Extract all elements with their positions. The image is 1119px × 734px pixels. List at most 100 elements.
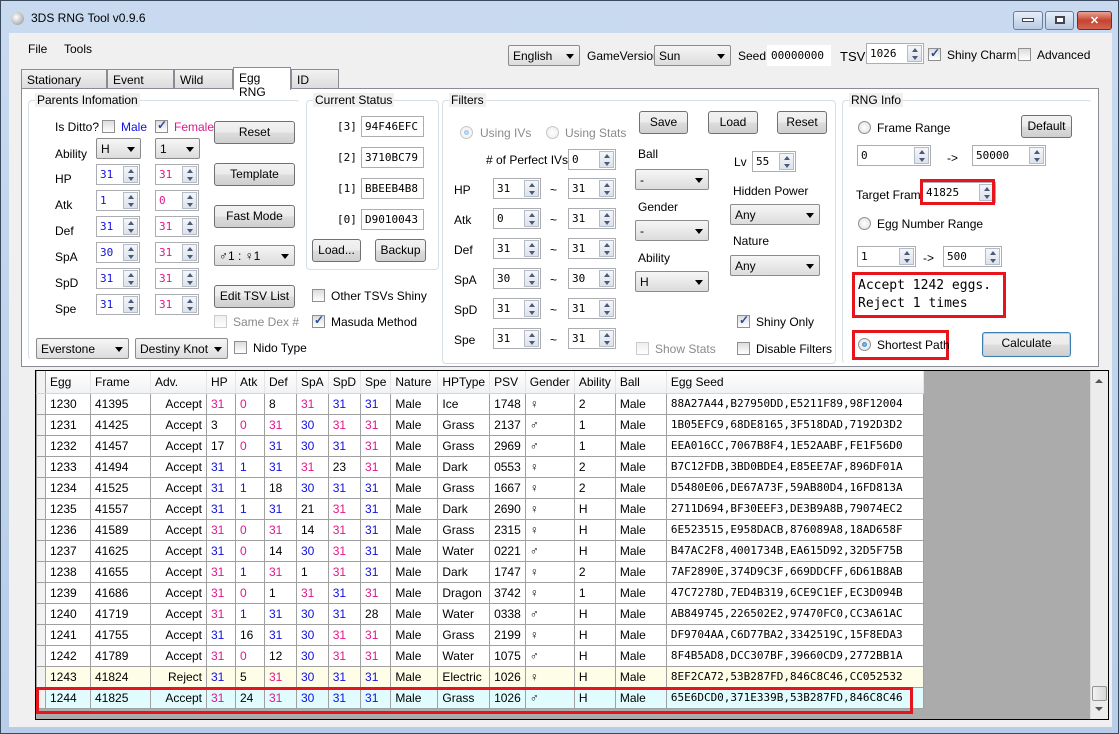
game-version-select[interactable]: Sun	[654, 45, 731, 66]
disable-filters-checkbox[interactable]	[737, 342, 750, 355]
table-row[interactable]: 1233 41494 Accept 31 1 31 31 23 31 Male Dark 0553 ♀ 2…	[36, 455, 924, 478]
male-item-select[interactable]: Everstone	[36, 338, 129, 359]
column-header-adv[interactable]: Adv.	[150, 371, 207, 394]
row-header[interactable]	[36, 560, 46, 583]
perfect-ivs-input[interactable]: 0	[568, 149, 616, 170]
ball-select[interactable]: -	[635, 169, 709, 190]
table-row[interactable]: 1242 41789 Accept 31 0 12 30 31 31 Male Water 1075 ♂…	[36, 644, 924, 667]
male-iv-spa-input[interactable]: 30	[96, 242, 140, 263]
row-header[interactable]	[36, 413, 46, 436]
show-stats-checkbox[interactable]	[636, 342, 649, 355]
female-iv-def-input[interactable]: 31	[155, 216, 199, 237]
row-header[interactable]	[36, 686, 46, 709]
female-iv-spa-input[interactable]: 31	[155, 242, 199, 263]
filter-spd-max-input[interactable]: 31	[568, 298, 616, 319]
column-header-nature[interactable]: Nature	[390, 371, 439, 394]
spinner-icon[interactable]	[985, 248, 1000, 265]
parents-reset-button[interactable]: Reset	[214, 121, 295, 144]
table-row[interactable]: 1235 41557 Accept 31 1 31 21 31 31 Male Dark 2690 ♀ H…	[36, 497, 924, 520]
backup-button[interactable]: Backup	[375, 239, 426, 262]
shiny-only-checkbox[interactable]	[737, 313, 750, 328]
row-header[interactable]	[36, 665, 46, 688]
spinner-icon[interactable]	[182, 166, 197, 183]
tab-event-rng[interactable]: Event RNG	[107, 69, 174, 101]
frame-range-radio[interactable]	[858, 121, 871, 134]
table-row[interactable]: 1244 41825 Accept 31 24 31 30 31 31 Male Grass 1026…	[36, 686, 924, 709]
advanced-checkbox[interactable]	[1018, 48, 1031, 61]
filters-load-button[interactable]: Load	[708, 111, 758, 134]
column-header-gender[interactable]: Gender	[525, 371, 575, 394]
spinner-icon[interactable]	[123, 244, 138, 261]
other-tsvs-checkbox[interactable]	[312, 289, 325, 302]
filters-save-button[interactable]: Save	[639, 111, 688, 134]
row-header[interactable]	[36, 602, 46, 625]
table-row[interactable]: 1234 41525 Accept 31 1 18 30 31 31 Male Grass 1667 ♀…	[36, 476, 924, 499]
spinner-icon[interactable]	[599, 151, 614, 168]
using-ivs-radio[interactable]	[460, 126, 473, 139]
row-header[interactable]	[36, 455, 46, 478]
male-ability-select[interactable]: H	[96, 138, 141, 159]
table-row[interactable]: 1243 41824 Reject 31 5 31 30 31 31 Male Electric 10…	[36, 665, 924, 688]
status-seed-input[interactable]: 94F46EFC	[361, 116, 424, 137]
female-ability-select[interactable]: 1	[155, 138, 200, 159]
column-header-spa[interactable]: SpA	[296, 371, 329, 394]
column-header-ability[interactable]: Ability	[574, 371, 616, 394]
row-header[interactable]	[36, 581, 46, 604]
row-header[interactable]	[36, 476, 46, 499]
tsv-input[interactable]: 1026	[866, 43, 924, 64]
spinner-icon[interactable]	[123, 270, 138, 287]
edit-tsv-list-button[interactable]: Edit TSV List	[214, 285, 295, 308]
column-header-atk[interactable]: Atk	[235, 371, 265, 394]
filter-hp-max-input[interactable]: 31	[568, 178, 616, 199]
column-header-spe[interactable]: Spe	[360, 371, 392, 394]
female-iv-atk-input[interactable]: 0	[155, 190, 199, 211]
table-row[interactable]: 1236 41589 Accept 31 0 31 14 31 31 Male Grass 2315 ♀…	[36, 518, 924, 541]
tab-stationary-rng[interactable]: Stationary RNG	[21, 69, 107, 101]
spinner-icon[interactable]	[599, 210, 614, 227]
female-ditto-checkbox[interactable]	[155, 118, 168, 133]
scroll-thumb[interactable]	[1092, 686, 1107, 701]
nature-select[interactable]: Any	[730, 255, 820, 276]
male-ditto-checkbox[interactable]	[102, 120, 115, 133]
status-load-button[interactable]: Load...	[312, 239, 361, 262]
spinner-icon[interactable]	[599, 270, 614, 287]
row-header[interactable]	[36, 497, 46, 520]
male-iv-spd-input[interactable]: 31	[96, 268, 140, 289]
spinner-icon[interactable]	[524, 180, 539, 197]
spinner-icon[interactable]	[524, 210, 539, 227]
column-header-frame[interactable]: Frame	[90, 371, 151, 394]
filter-spe-min-input[interactable]: 31	[493, 328, 541, 349]
spinner-icon[interactable]	[182, 296, 197, 313]
table-row[interactable]: 1239 41686 Accept 31 0 1 31 31 31 Male Dragon 3742 ♀…	[36, 581, 924, 604]
row-header[interactable]	[36, 539, 46, 562]
filter-atk-min-input[interactable]: 0	[493, 208, 541, 229]
spinner-icon[interactable]	[123, 218, 138, 235]
spinner-icon[interactable]	[123, 296, 138, 313]
spinner-icon[interactable]	[1029, 147, 1044, 164]
spinner-icon[interactable]	[182, 270, 197, 287]
hidden-power-select[interactable]: Any	[730, 204, 820, 225]
filter-spa-min-input[interactable]: 30	[493, 268, 541, 289]
status-seed-input[interactable]: BBEEB4B8	[361, 178, 424, 199]
maximize-button[interactable]	[1045, 11, 1074, 30]
row-header[interactable]	[36, 434, 46, 457]
shortest-path-radio[interactable]	[858, 338, 871, 351]
vertical-scrollbar[interactable]	[1090, 371, 1108, 719]
spinner-icon[interactable]	[599, 180, 614, 197]
language-select[interactable]: English	[508, 45, 580, 66]
female-iv-spd-input[interactable]: 31	[155, 268, 199, 289]
egg-range-radio[interactable]	[858, 217, 871, 230]
spinner-icon[interactable]	[524, 300, 539, 317]
spinner-icon[interactable]	[599, 330, 614, 347]
menu-tools[interactable]: Tools	[64, 42, 92, 56]
status-seed-input[interactable]: 3710BC79	[361, 147, 424, 168]
row-header[interactable]	[36, 644, 46, 667]
frame-max-input[interactable]: 50000	[972, 145, 1046, 166]
calculate-button[interactable]: Calculate	[982, 332, 1071, 357]
lv-input[interactable]: 55	[752, 151, 796, 172]
nido-type-checkbox[interactable]	[234, 341, 247, 354]
default-button[interactable]: Default	[1021, 115, 1072, 138]
spinner-icon[interactable]	[123, 192, 138, 209]
row-header[interactable]	[36, 392, 46, 415]
template-button[interactable]: Template	[214, 163, 295, 186]
